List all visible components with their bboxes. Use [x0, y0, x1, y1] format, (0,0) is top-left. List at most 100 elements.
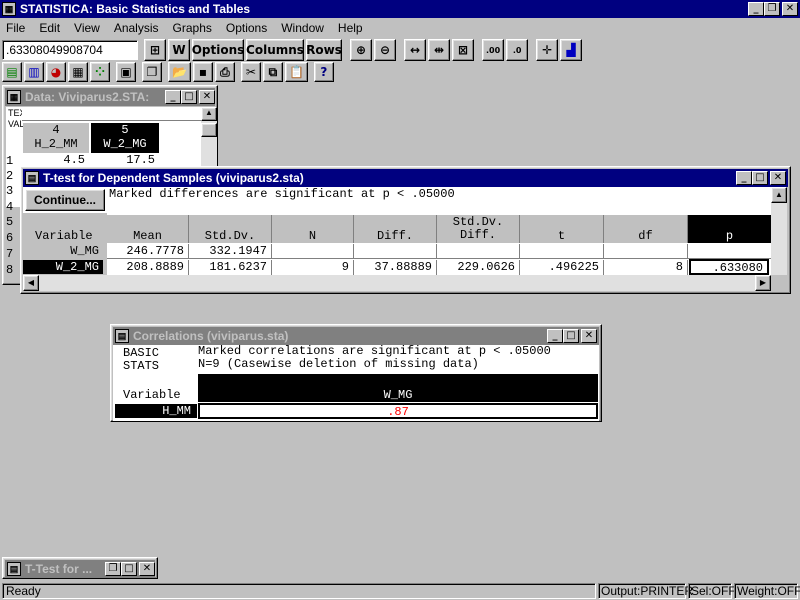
table-cell[interactable]: 37.88889	[354, 260, 437, 275]
table-cell[interactable]	[520, 244, 604, 259]
columns-button[interactable]: Columns	[246, 39, 304, 61]
column-header[interactable]: df	[604, 215, 688, 243]
table-cell[interactable]	[604, 244, 688, 259]
column-header[interactable]: Std.Dv.	[189, 215, 272, 243]
value-field[interactable]: .63308049908704	[2, 40, 138, 60]
correlations-window-icon[interactable]: ▤	[115, 329, 129, 343]
table-cell[interactable]: 208.8889	[107, 260, 189, 275]
row-label[interactable]: W_MG	[23, 244, 103, 258]
ttest-minimize-button[interactable]: _	[736, 171, 752, 185]
row-number[interactable]: 2	[6, 168, 13, 184]
row-label-selected[interactable]: W_2_MG	[23, 260, 103, 274]
minimized-ttest-window[interactable]: ▤ T-Test for ... ❐ □ ✕	[2, 557, 158, 579]
table-cell[interactable]: 181.6237	[189, 260, 272, 275]
minimized-restore-button[interactable]: ❐	[105, 562, 121, 576]
scroll-left-icon[interactable]: ◀	[23, 275, 39, 291]
pie-icon[interactable]: ◕	[46, 62, 66, 82]
minimize-button[interactable]: _	[748, 2, 764, 16]
scroll-up-icon[interactable]: ▲	[771, 187, 787, 203]
open-icon[interactable]: 📂	[168, 62, 191, 82]
app-icon[interactable]: ▦	[2, 2, 16, 16]
corr-minimize-button[interactable]: _	[547, 329, 563, 343]
sheet-icon[interactable]: ▣	[116, 62, 136, 82]
scroll-right-icon[interactable]: ▶	[755, 275, 771, 291]
row-number[interactable]: 3	[6, 183, 13, 199]
sel-status[interactable]: Sel:OFF	[688, 582, 736, 599]
all-columns-icon[interactable]: ⊠	[452, 39, 474, 61]
chart-icon[interactable]: ▥	[24, 62, 44, 82]
row-number[interactable]: 8	[6, 262, 13, 278]
data-close-button[interactable]: ✕	[199, 90, 215, 104]
minimized-close-button[interactable]: ✕	[139, 562, 155, 576]
options-button[interactable]: Options	[192, 39, 244, 61]
column-header[interactable]: Mean	[107, 215, 189, 243]
table-cell[interactable]: 332.1947	[189, 244, 272, 259]
column-header-4[interactable]: 4 H_2_MM	[23, 123, 89, 153]
table-cell[interactable]	[272, 244, 354, 259]
ttest-horizontal-scrollbar[interactable]: ◀ ▶	[23, 275, 771, 291]
corr-row-label[interactable]: H_MM	[115, 404, 197, 418]
output-status[interactable]: Output:PRINTER	[598, 582, 693, 599]
scroll-thumb[interactable]	[201, 123, 217, 137]
row-number[interactable]: 6	[6, 230, 13, 246]
menu-options[interactable]: Options	[226, 21, 267, 35]
row-number[interactable]: 5	[6, 214, 13, 230]
weight-status[interactable]: Weight:OFF	[734, 582, 800, 599]
decrease-decimals-icon[interactable]: .0	[506, 39, 529, 61]
table-cell[interactable]: .496225	[520, 260, 604, 275]
scroll-up-icon[interactable]: ▲	[201, 107, 217, 121]
menu-edit[interactable]: Edit	[39, 21, 60, 35]
data-window-icon[interactable]: ▦	[7, 90, 21, 104]
close-button[interactable]: ✕	[782, 2, 798, 16]
column-header-selected[interactable]: p	[688, 215, 771, 243]
continue-button[interactable]: Continue...	[25, 189, 105, 211]
table-cell-focused[interactable]: .633080	[689, 259, 769, 275]
column-split-icon[interactable]: ⇹	[428, 39, 450, 61]
correlation-value-cell[interactable]: .87	[198, 403, 598, 419]
rows-button[interactable]: Rows	[306, 39, 342, 61]
graph-icon[interactable]: ▟	[560, 39, 583, 61]
window-icon[interactable]: ❐	[142, 62, 162, 82]
table-cell[interactable]: 8	[604, 260, 688, 275]
menu-graphs[interactable]: Graphs	[173, 21, 212, 35]
save-icon[interactable]: ▪	[192, 62, 213, 82]
menu-help[interactable]: Help	[338, 21, 363, 35]
print-icon[interactable]: ⎙	[214, 62, 235, 82]
ttest-maximize-button[interactable]: □	[752, 171, 768, 185]
data-cell[interactable]: 4.5	[23, 153, 89, 167]
restore-button[interactable]: ❐	[764, 2, 780, 16]
column-header[interactable]: t	[520, 215, 604, 243]
row-number[interactable]: 7	[6, 246, 13, 262]
increase-decimals-icon[interactable]: .00	[482, 39, 505, 61]
data-vertical-scrollbar[interactable]: ▲	[201, 107, 217, 167]
menu-file[interactable]: File	[6, 21, 25, 35]
data-maximize-button[interactable]: □	[181, 90, 197, 104]
corr-maximize-button[interactable]: □	[563, 329, 579, 343]
zoom-in-icon[interactable]: ⊕	[350, 39, 372, 61]
ttest-vertical-scrollbar[interactable]: ▲	[771, 187, 787, 275]
column-header[interactable]: N	[272, 215, 354, 243]
cell-editor[interactable]	[22, 107, 202, 121]
ttest-close-button[interactable]: ✕	[770, 171, 786, 185]
help-icon[interactable]: ?	[313, 62, 334, 82]
column-width-icon[interactable]: ↔	[404, 39, 426, 61]
table-cell[interactable]: 229.0626	[437, 260, 520, 275]
menu-window[interactable]: Window	[281, 21, 324, 35]
table-cell[interactable]	[437, 244, 520, 259]
minimized-window-icon[interactable]: ▤	[7, 562, 21, 576]
table-icon[interactable]: ▦	[68, 62, 88, 82]
column-header[interactable]: Std.Dv. Diff.	[437, 215, 520, 243]
column-header[interactable]: Diff.	[354, 215, 437, 243]
menu-view[interactable]: View	[74, 21, 100, 35]
table-cell[interactable]	[354, 244, 437, 259]
marker-icon[interactable]: ✛	[536, 39, 559, 61]
minimized-maximize-button[interactable]: □	[121, 562, 137, 576]
row-number[interactable]: 1	[6, 153, 13, 169]
paste-icon[interactable]: 📋	[284, 62, 308, 82]
scatter-icon[interactable]: ⁘	[90, 62, 110, 82]
data-minimize-button[interactable]: _	[165, 90, 181, 104]
corr-column-header[interactable]: W_MG	[198, 374, 598, 402]
copy-icon[interactable]: ⧉	[262, 62, 283, 82]
corr-close-button[interactable]: ✕	[581, 329, 597, 343]
table-cell[interactable]: 246.7778	[107, 244, 189, 259]
